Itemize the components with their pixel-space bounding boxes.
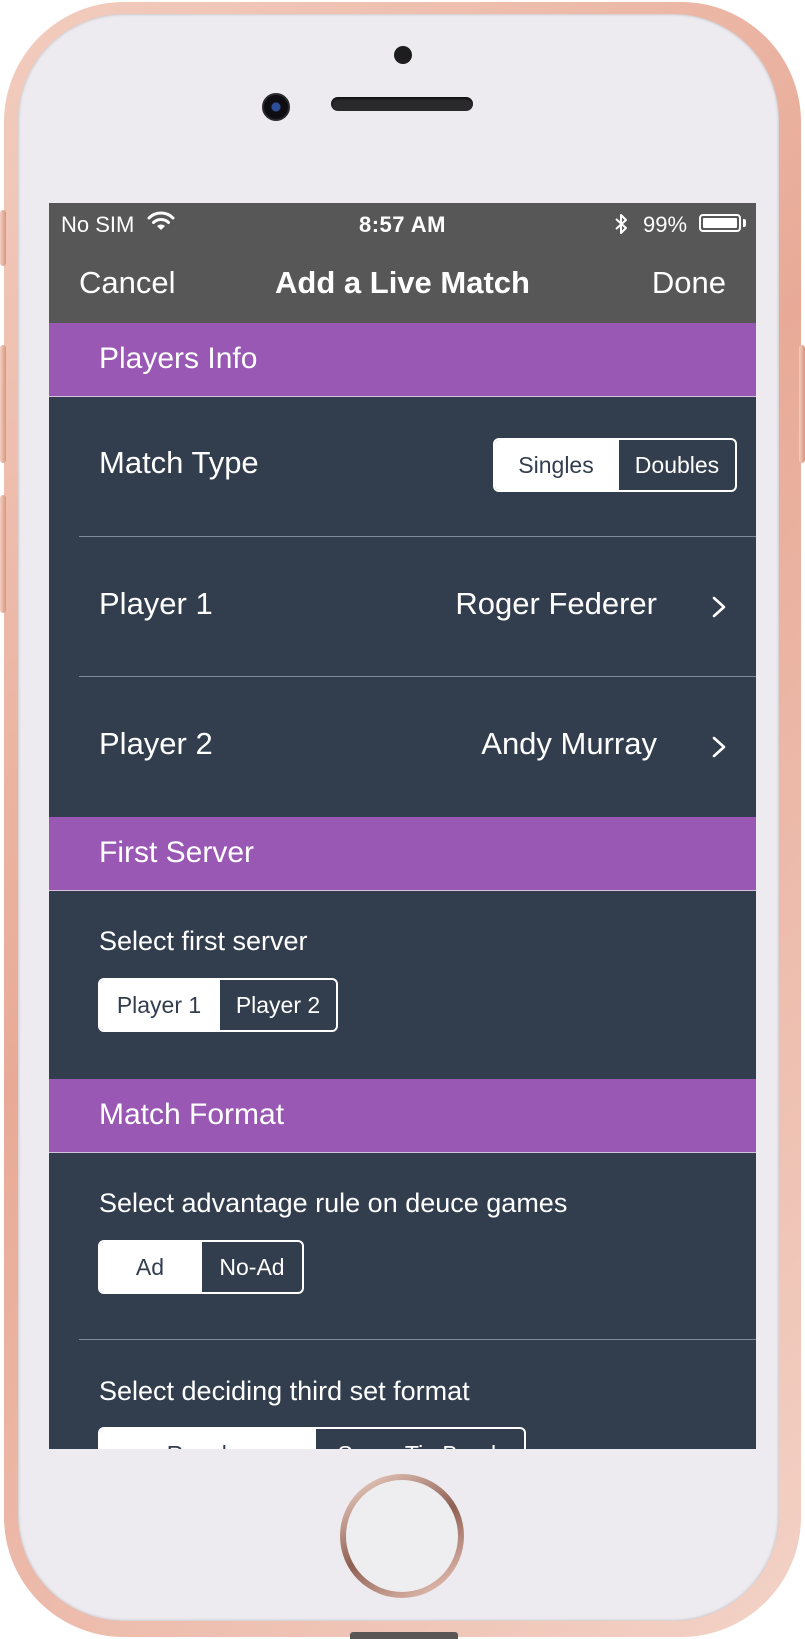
player1-value: Roger Federer: [455, 586, 657, 621]
player2-label: Player 2: [99, 726, 213, 761]
advantage-rule-segmented-control[interactable]: Ad No-Ad: [98, 1240, 304, 1294]
first-server-prompt: Select first server: [99, 926, 308, 956]
segment-regular[interactable]: Regular: [100, 1429, 314, 1449]
proximity-sensor: [394, 46, 412, 64]
third-set-format-prompt: Select deciding third set format: [99, 1376, 470, 1406]
earpiece-speaker: [331, 97, 473, 111]
match-type-row: Match Type Singles Doubles: [49, 397, 756, 537]
page-title: Add a Live Match: [275, 265, 530, 300]
section-header-first-server: First Server: [49, 817, 756, 891]
section-header-players-info: Players Info: [49, 323, 756, 397]
done-button[interactable]: Done: [652, 265, 726, 301]
segment-doubles[interactable]: Doubles: [617, 440, 735, 490]
front-camera: [262, 93, 290, 121]
segment-player2[interactable]: Player 2: [218, 980, 336, 1030]
volume-up-button: [0, 345, 6, 463]
match-type-segmented-control[interactable]: Singles Doubles: [493, 438, 737, 492]
match-type-label: Match Type: [99, 445, 259, 480]
navigation-bar: Cancel Add a Live Match Done: [49, 243, 756, 323]
battery-percent: 99%: [643, 212, 688, 237]
battery-level-fill: [703, 218, 737, 228]
first-server-segmented-control[interactable]: Player 1 Player 2: [98, 978, 338, 1032]
app-screen: No SIM 8:57 AM 99% Cancel Add a Live Mat…: [49, 203, 756, 1449]
player2-row[interactable]: Player 2 Andy Murray: [49, 677, 756, 817]
player2-value: Andy Murray: [481, 726, 657, 761]
player1-row[interactable]: Player 1 Roger Federer: [49, 537, 756, 677]
battery-icon: [699, 214, 741, 232]
segment-super-tie-break[interactable]: Super Tie Break: [314, 1429, 524, 1449]
segment-ad[interactable]: Ad: [100, 1242, 200, 1292]
segment-no-ad[interactable]: No-Ad: [200, 1242, 302, 1292]
advantage-rule-prompt: Select advantage rule on deuce games: [99, 1188, 568, 1218]
battery-cap: [743, 219, 746, 227]
row-divider: [79, 1339, 756, 1340]
volume-down-button: [0, 495, 6, 613]
mute-switch: [0, 210, 6, 266]
chevron-right-icon: [712, 736, 726, 758]
power-button: [799, 345, 805, 463]
segment-player1[interactable]: Player 1: [100, 980, 218, 1030]
bluetooth-icon: [613, 212, 629, 242]
section-header-match-format: Match Format: [49, 1079, 756, 1153]
status-bar: No SIM 8:57 AM 99%: [49, 203, 756, 243]
chevron-right-icon: [712, 596, 726, 618]
third-set-format-segmented-control[interactable]: Regular Super Tie Break: [98, 1427, 526, 1449]
bottom-notch: [350, 1632, 458, 1639]
home-button[interactable]: [340, 1474, 464, 1598]
segment-singles[interactable]: Singles: [495, 440, 617, 490]
player1-label: Player 1: [99, 586, 213, 621]
